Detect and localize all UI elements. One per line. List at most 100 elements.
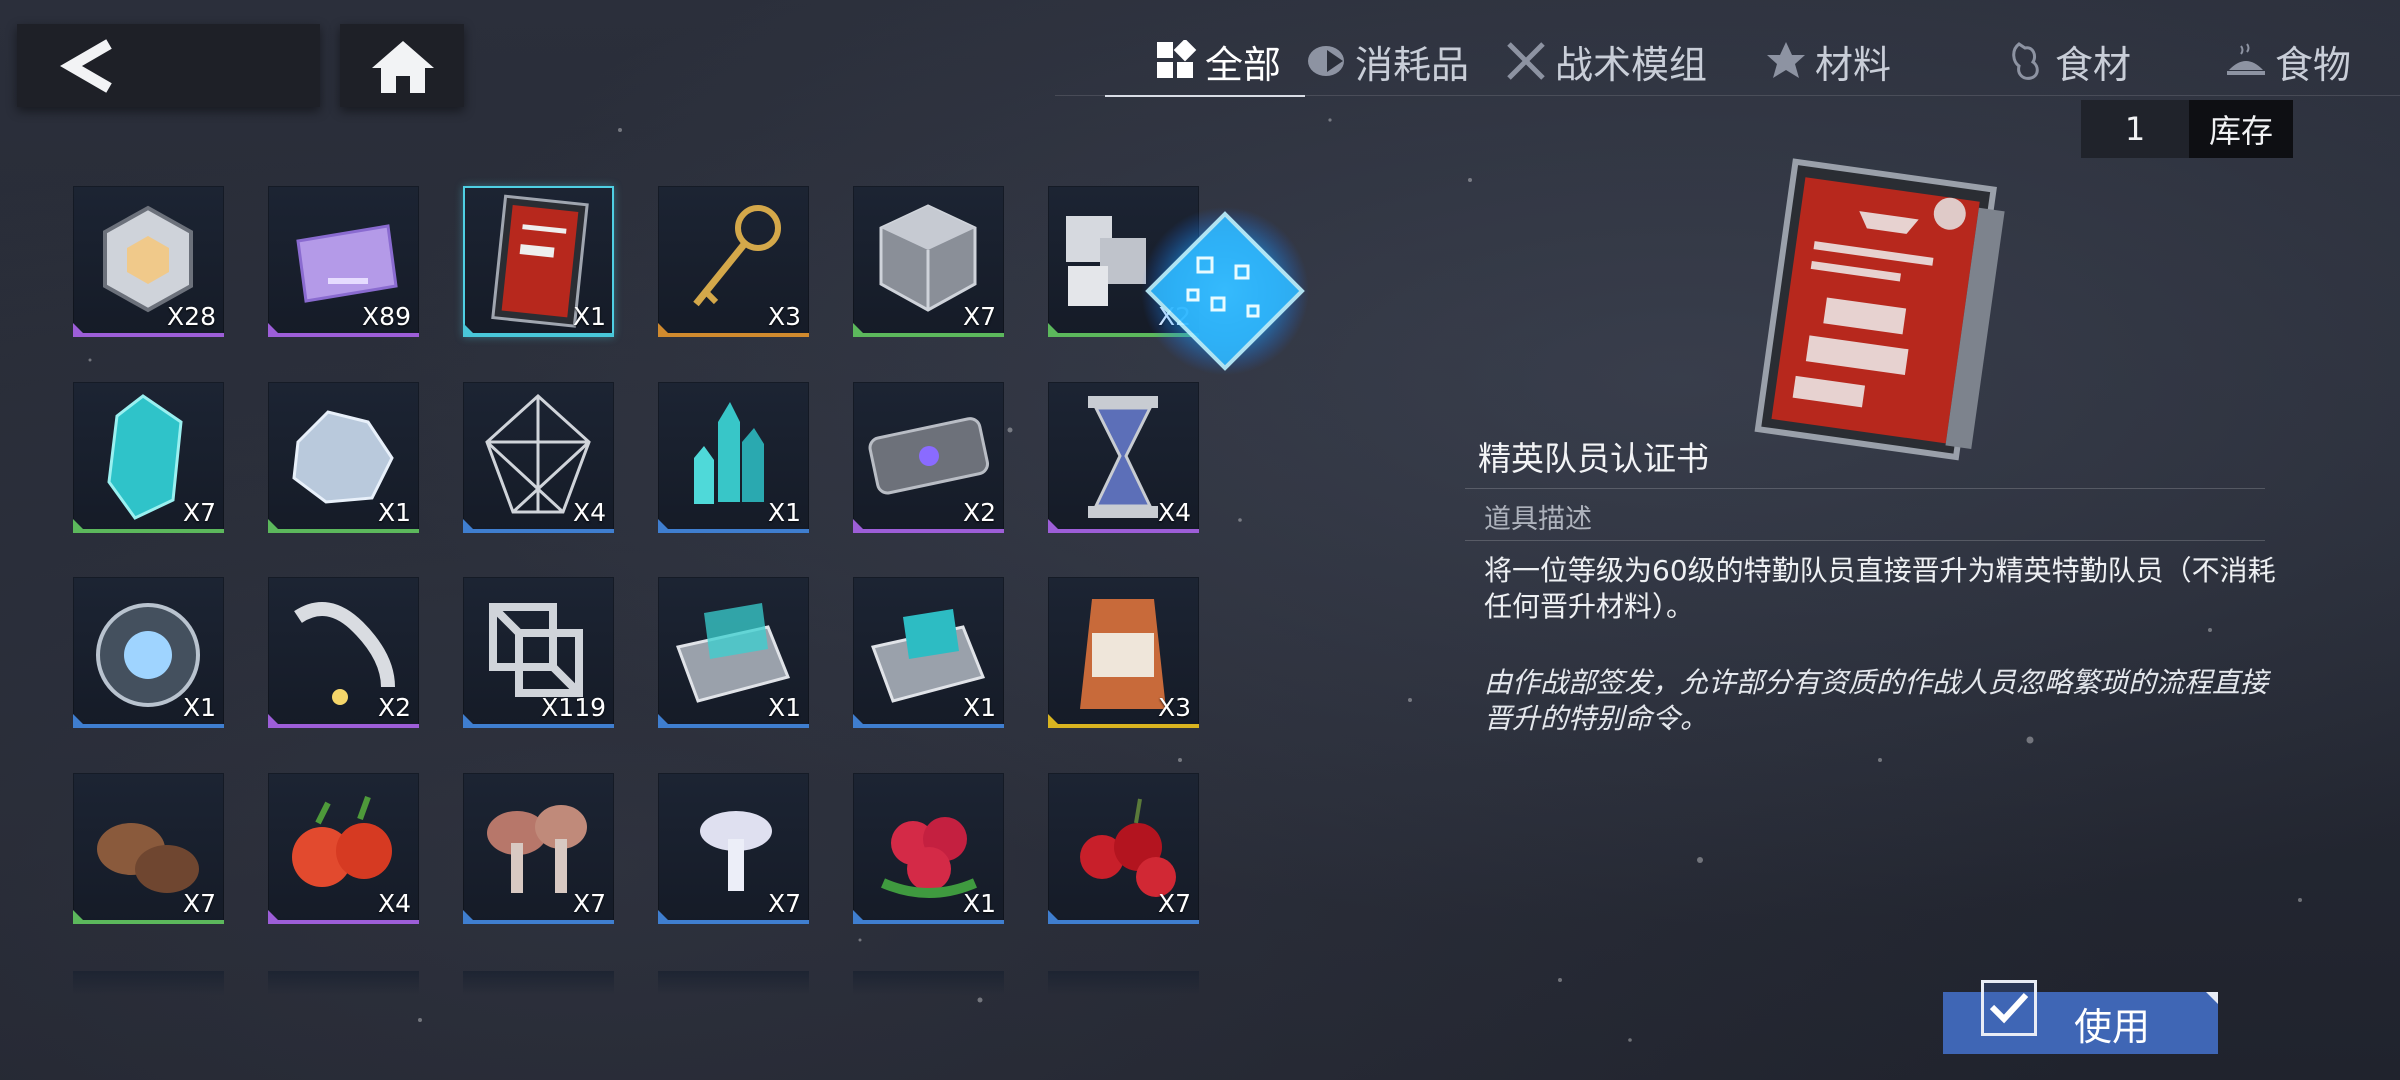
inventory-item-supply-box-blue[interactable]: X1 <box>658 577 809 728</box>
tab-all-label: 全部 <box>1205 42 1282 87</box>
item-quantity: X7 <box>767 888 801 918</box>
item-quantity: X1 <box>767 693 801 722</box>
inventory-item-white-mushroom[interactable]: X7 <box>658 772 809 924</box>
stock-counter: 1 库存 <box>2081 100 2293 158</box>
item-quantity: X1 <box>182 693 216 722</box>
item-description: 将一位等级为60级的特勤队员直接晋升为精英特勤队员（不消耗任何晋升材料）。 <box>1484 554 2276 623</box>
item-quantity: X3 <box>767 302 801 331</box>
back-arrow-icon <box>60 39 112 93</box>
inventory-item-hourglass[interactable]: X4 <box>1048 381 1199 533</box>
item-quantity: X1 <box>962 693 996 722</box>
inventory-item-metal-cube[interactable]: X7 <box>853 186 1004 337</box>
inventory-item-metal-lattice[interactable]: X119 <box>463 577 614 728</box>
inventory-item-teal-crystal[interactable]: X7 <box>73 381 224 533</box>
rarity-corner <box>268 323 282 337</box>
rarity-bar <box>1048 919 1199 924</box>
inventory-item-reactor-core[interactable]: X1 <box>73 577 224 728</box>
inventory-item-tomatoes[interactable]: X4 <box>268 772 419 924</box>
rarity-corner <box>853 323 867 337</box>
rarity-corner <box>73 323 87 337</box>
rarity-bar <box>73 919 224 924</box>
glowing-cube-effect <box>1141 207 1309 375</box>
inventory-item-purple-card[interactable]: X89 <box>268 186 419 337</box>
rarity-bar <box>1048 724 1199 728</box>
item-quantity: X4 <box>572 497 606 527</box>
rarity-corner <box>658 714 672 728</box>
inventory-item-hex-core[interactable]: X28 <box>73 186 224 337</box>
rarity-bar <box>853 724 1004 728</box>
back-button[interactable] <box>17 24 320 107</box>
rarity-corner <box>463 909 477 924</box>
food-icon <box>2227 43 2265 75</box>
inventory-item-wire-polyhedron[interactable]: X4 <box>463 381 614 533</box>
rarity-corner <box>1048 909 1062 924</box>
tab-food-label: 食物 <box>2275 42 2352 87</box>
consumable-icon <box>1308 46 1344 76</box>
stock-label: 库存 <box>2189 100 2293 158</box>
item-grid: X28X89X1X3X7X2X7X1X4X1X2X4X1X2X119X1X1X3… <box>73 186 1213 995</box>
item-quantity: X7 <box>572 888 606 918</box>
divider <box>1465 488 2265 489</box>
material-icon <box>1767 42 1805 78</box>
home-icon <box>372 41 434 93</box>
inventory-item-golden-key[interactable]: X3 <box>658 186 809 337</box>
item-quantity: X1 <box>572 302 606 331</box>
rarity-corner <box>1048 518 1062 533</box>
tab-ingredients[interactable]: 食材 <box>2005 28 2131 94</box>
rarity-corner <box>1048 714 1062 728</box>
rarity-corner <box>853 518 867 533</box>
next-row-peek <box>73 971 1213 1001</box>
rarity-bar <box>73 528 224 533</box>
item-quantity: X7 <box>1157 888 1191 918</box>
tab-materials[interactable]: 材料 <box>1765 28 1891 94</box>
inventory-item-tech-capsule[interactable]: X2 <box>853 381 1004 533</box>
rarity-bar <box>658 724 809 728</box>
inventory-item-potatoes[interactable]: X7 <box>73 772 224 924</box>
tab-ingredients-label: 食材 <box>2055 42 2132 87</box>
home-button[interactable] <box>340 24 464 107</box>
checkmark-icon <box>1989 992 2029 1024</box>
item-quantity: X7 <box>962 302 996 331</box>
rarity-corner <box>463 323 477 337</box>
inventory-item-supply-box-teal[interactable]: X1 <box>853 577 1004 728</box>
tab-tactical-modules[interactable]: 战术模组 <box>1505 28 1707 94</box>
inventory-item-coffee-bag[interactable]: X3 <box>1048 577 1199 728</box>
rarity-bar <box>658 528 809 533</box>
rarity-corner <box>73 714 87 728</box>
item-quantity: X28 <box>167 302 216 331</box>
inventory-item-brown-mushrooms[interactable]: X7 <box>463 772 614 924</box>
rarity-bar <box>268 919 419 924</box>
rarity-bar <box>658 333 809 337</box>
rarity-bar <box>268 724 419 728</box>
inventory-item-crystal-cluster[interactable]: X1 <box>658 381 809 533</box>
item-quantity: X3 <box>1157 693 1191 722</box>
use-checkbox[interactable] <box>1981 980 2037 1036</box>
use-button-label: 使用 <box>2073 1004 2150 1049</box>
item-quantity: X1 <box>767 497 801 527</box>
inventory-item-elite-certificate[interactable]: X1 <box>463 186 614 337</box>
rarity-corner <box>268 714 282 728</box>
item-quantity: X4 <box>1157 497 1191 527</box>
item-quantity: X7 <box>182 888 216 918</box>
rarity-corner <box>658 323 672 337</box>
rarity-corner <box>268 909 282 924</box>
rarity-bar <box>73 333 224 337</box>
tab-all[interactable]: 全部 <box>1105 28 1305 97</box>
item-quantity: X1 <box>377 497 411 527</box>
inventory-item-red-berries[interactable]: X7 <box>1048 772 1199 924</box>
rarity-corner <box>268 518 282 533</box>
rarity-bar <box>463 724 614 728</box>
rarity-corner <box>73 909 87 924</box>
item-quantity: X2 <box>377 693 411 722</box>
inventory-item-raspberries[interactable]: X1 <box>853 772 1004 924</box>
stock-value: 1 <box>2081 100 2189 158</box>
rarity-bar <box>463 919 614 924</box>
item-quantity: X119 <box>541 693 606 722</box>
item-quantity: X2 <box>962 497 996 527</box>
inventory-item-robotic-arm[interactable]: X2 <box>268 577 419 728</box>
tab-food[interactable]: 食物 <box>2225 28 2351 94</box>
tab-consumables[interactable]: 消耗品 <box>1305 28 1469 94</box>
rarity-bar <box>268 528 419 533</box>
rarity-bar <box>73 724 224 728</box>
inventory-item-ice-crystal[interactable]: X1 <box>268 381 419 533</box>
